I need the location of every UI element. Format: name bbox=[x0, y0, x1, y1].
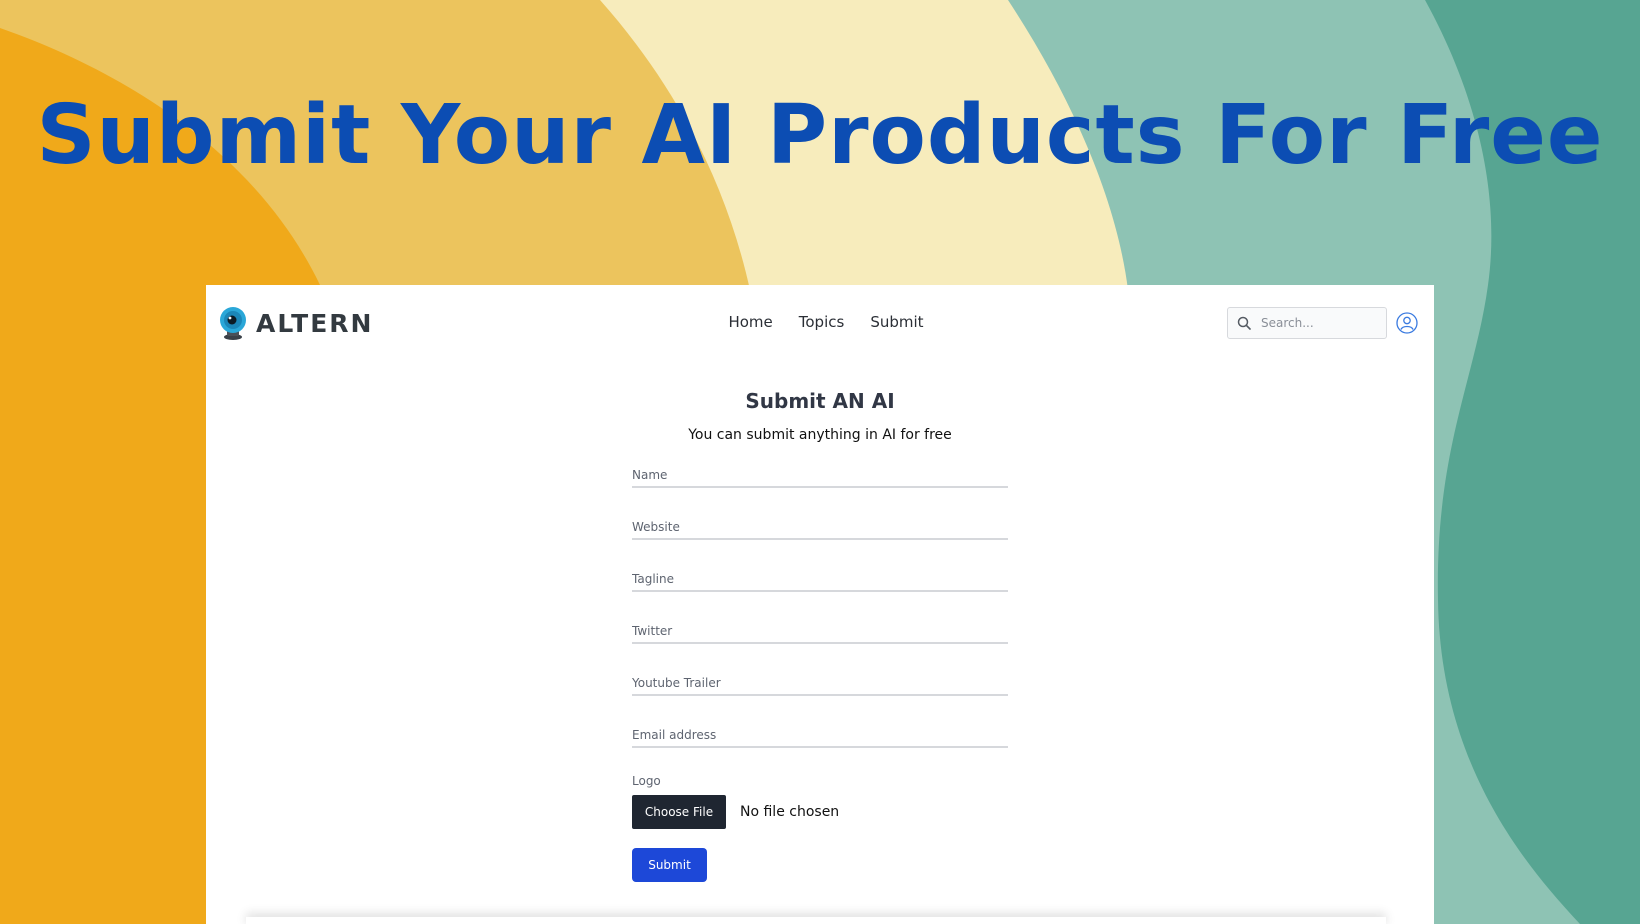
page-headline: Submit Your AI Products For Free bbox=[36, 88, 1604, 183]
tagline-field[interactable] bbox=[632, 568, 1008, 592]
file-status-text: No file chosen bbox=[740, 804, 840, 820]
youtube-trailer-field[interactable] bbox=[632, 672, 1008, 696]
twitter-field[interactable] bbox=[632, 620, 1008, 644]
search-box[interactable] bbox=[1227, 307, 1387, 339]
nav-link-topics[interactable]: Topics bbox=[799, 313, 845, 331]
app-window: ALTERN Home Topics Submit Submit AN AI Y… bbox=[206, 285, 1434, 924]
form-subtitle: You can submit anything in AI for free bbox=[688, 427, 952, 443]
search-icon bbox=[1237, 316, 1251, 330]
logo-file-picker: Choose File No file chosen bbox=[632, 795, 839, 829]
logo-text: ALTERN bbox=[256, 308, 374, 338]
website-input[interactable] bbox=[632, 517, 1008, 537]
logo-field-label: Logo bbox=[632, 774, 661, 788]
choose-file-button[interactable]: Choose File bbox=[632, 795, 726, 829]
website-field[interactable] bbox=[632, 516, 1008, 540]
footer-edge-shadow bbox=[246, 917, 1386, 924]
form-title: Submit AN AI bbox=[745, 389, 895, 413]
nav-link-submit[interactable]: Submit bbox=[870, 313, 923, 331]
site-logo[interactable]: ALTERN bbox=[218, 306, 373, 340]
nav-link-home[interactable]: Home bbox=[728, 313, 772, 331]
youtube-trailer-input[interactable] bbox=[632, 673, 1008, 693]
user-circle-icon[interactable] bbox=[1396, 312, 1418, 334]
tagline-input[interactable] bbox=[632, 569, 1008, 589]
camera-lens-icon bbox=[220, 307, 246, 340]
name-field[interactable] bbox=[632, 464, 1008, 488]
submit-form: Submit AN AI You can submit anything in … bbox=[632, 389, 1008, 882]
twitter-input[interactable] bbox=[632, 621, 1008, 641]
name-input[interactable] bbox=[632, 465, 1008, 485]
email-input[interactable] bbox=[632, 725, 1008, 745]
submit-button[interactable]: Submit bbox=[632, 848, 707, 882]
email-field[interactable] bbox=[632, 724, 1008, 748]
navbar: ALTERN Home Topics Submit bbox=[206, 285, 1434, 359]
search-input[interactable] bbox=[1259, 315, 1373, 331]
